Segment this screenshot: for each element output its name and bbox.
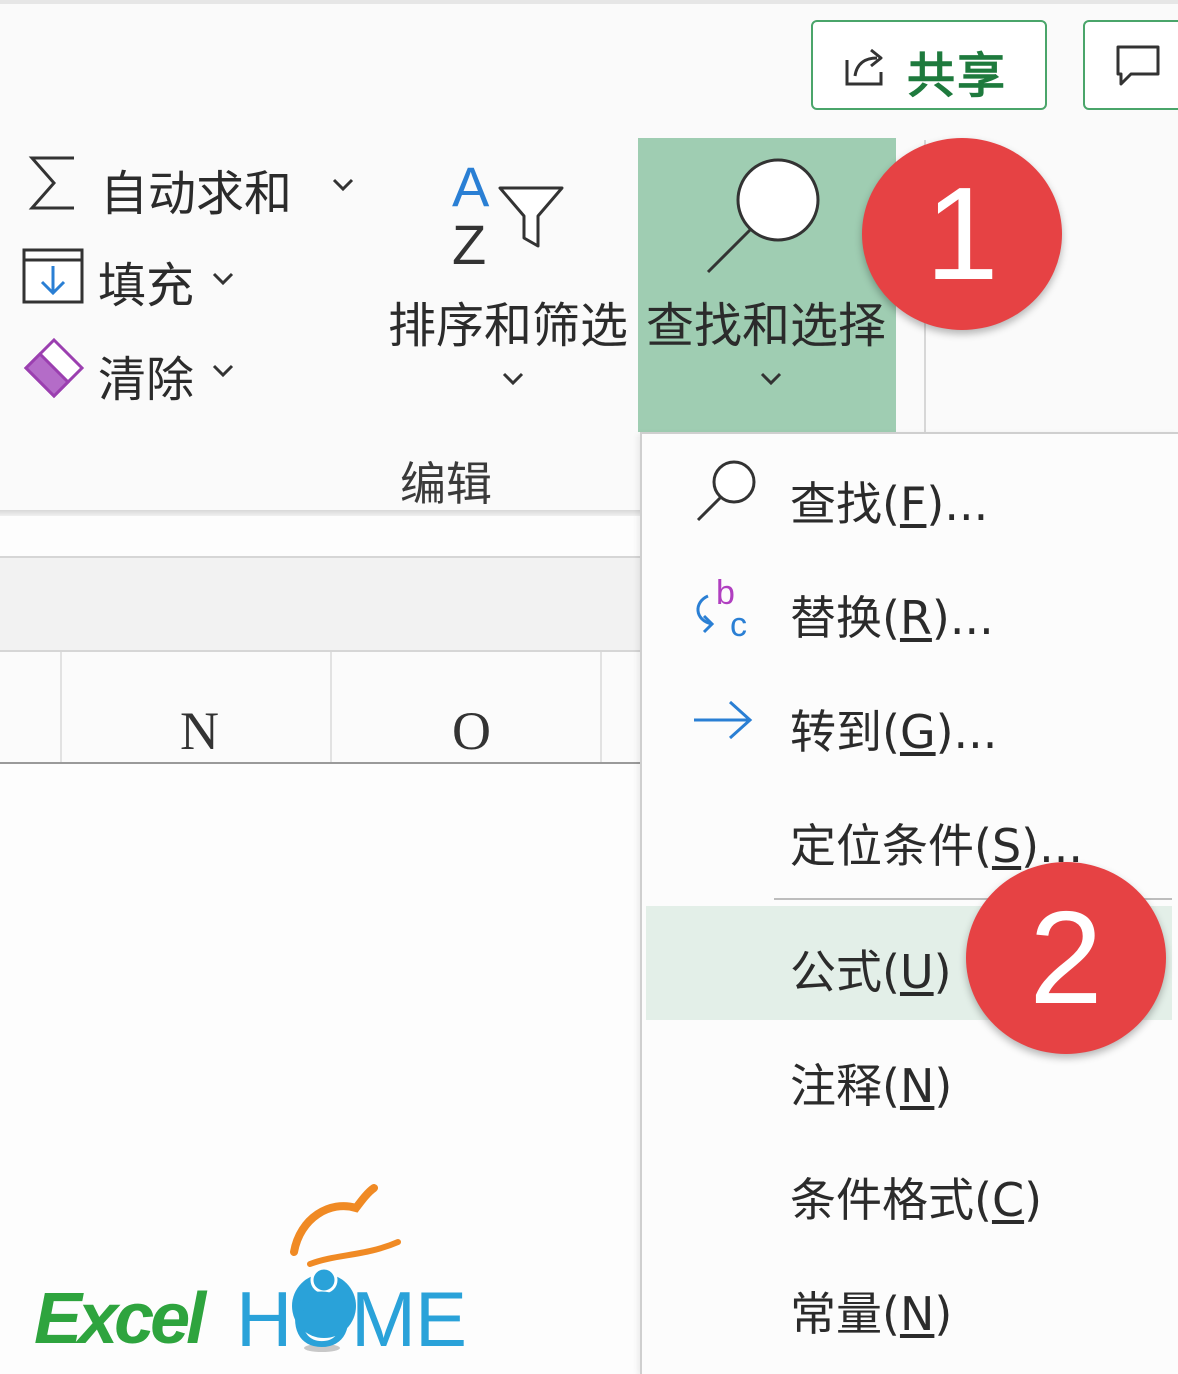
fill-button[interactable]: 填充: [22, 244, 252, 314]
accelerator-key: N: [899, 1059, 935, 1113]
menu-item-notes[interactable]: 注释(N): [640, 1044, 1178, 1114]
accelerator-key: U: [899, 945, 934, 999]
chevron-down-icon: [212, 272, 234, 286]
column-header-o[interactable]: O: [452, 700, 491, 762]
clear-label: 清除: [98, 352, 195, 408]
column-headers: N O: [0, 652, 640, 764]
label-text: 查找(: [790, 477, 900, 531]
menu-item-label: 条件格式(C): [790, 1164, 1042, 1230]
label-text: ): [934, 1059, 953, 1113]
fill-label: 填充: [98, 258, 195, 314]
menu-item-replace[interactable]: 替换(R)...: [640, 576, 1178, 646]
label-text: 条件格式(: [790, 1173, 992, 1227]
column-header-n[interactable]: N: [180, 700, 219, 762]
menu-item-label: 常量(N): [790, 1278, 952, 1344]
menu-item-label: 公式(U): [790, 936, 952, 1002]
column-separator: [60, 652, 62, 762]
column-separator: [600, 652, 602, 762]
menu-item-goto-special[interactable]: 定位条件(S)...: [640, 804, 1178, 874]
label-text: 定位条件(: [790, 819, 992, 873]
comment-icon: [1116, 45, 1160, 86]
label-text: 注释(: [790, 1059, 900, 1113]
sort-filter-icon: A Z: [452, 158, 564, 268]
accelerator-key: F: [899, 477, 927, 531]
svg-text:Z: Z: [452, 213, 486, 268]
menu-item-find[interactable]: 查找(F)...: [640, 462, 1178, 532]
menu-item-label: 替换(R)...: [790, 582, 994, 648]
find-select-button[interactable]: 查找和选择: [638, 138, 896, 432]
menu-item-conditional-formatting[interactable]: 条件格式(C): [640, 1158, 1178, 1228]
label-text: )...: [926, 477, 989, 531]
autosum-label: 自动求和: [100, 166, 293, 222]
sort-filter-label: 排序和筛选: [388, 298, 629, 354]
title-bar-edge: [0, 0, 1178, 4]
magnifier-icon: [706, 158, 820, 274]
label-text: 转到(: [790, 705, 900, 759]
logo-home-text: HOME: [236, 1275, 467, 1363]
eraser-icon: [23, 337, 85, 399]
clear-button[interactable]: 清除: [22, 336, 252, 408]
label-text: 替换(: [790, 591, 900, 645]
editing-group-label: 编辑: [400, 457, 492, 511]
label-text: 常量(: [790, 1287, 900, 1341]
label-text: ): [1024, 1173, 1043, 1227]
chevron-down-icon: [332, 178, 354, 192]
menu-item-constants[interactable]: 常量(N): [640, 1272, 1178, 1342]
share-icon: [845, 48, 883, 86]
chevron-down-icon: [212, 364, 234, 378]
svg-text:A: A: [452, 158, 490, 218]
autosum-button[interactable]: 自动求和: [22, 150, 362, 222]
sigma-icon: [28, 156, 74, 210]
accelerator-key: N: [899, 1287, 935, 1341]
accelerator-key: R: [899, 591, 932, 645]
sort-filter-button[interactable]: A Z 排序和筛选: [384, 150, 634, 410]
step-badge-2: 2: [966, 862, 1166, 1054]
share-button[interactable]: 共享: [811, 20, 1047, 110]
menu-item-label: 注释(N): [790, 1050, 952, 1116]
formula-bar[interactable]: [0, 558, 640, 650]
menu-item-goto[interactable]: 转到(G)...: [640, 690, 1178, 760]
chevron-down-icon: [760, 372, 782, 386]
logo-excel-text: Excel: [34, 1279, 206, 1359]
menu-item-label: 转到(G)...: [790, 696, 997, 762]
share-label: 共享: [907, 48, 1008, 104]
fill-down-icon: [22, 248, 84, 304]
chevron-down-icon: [502, 372, 524, 386]
comments-button[interactable]: [1083, 20, 1178, 110]
label-text: )...: [935, 705, 998, 759]
find-select-label: 查找和选择: [646, 298, 887, 354]
label-text: 公式(: [790, 945, 900, 999]
label-text: )...: [931, 591, 994, 645]
accelerator-key: C: [991, 1173, 1025, 1227]
label-text: ): [933, 945, 952, 999]
column-separator: [330, 652, 332, 762]
accelerator-key: G: [899, 705, 936, 759]
label-text: ): [934, 1287, 953, 1341]
menu-item-label: 查找(F)...: [790, 468, 988, 534]
step-badge-1: 1: [862, 138, 1062, 330]
accelerator-key: S: [991, 819, 1022, 873]
